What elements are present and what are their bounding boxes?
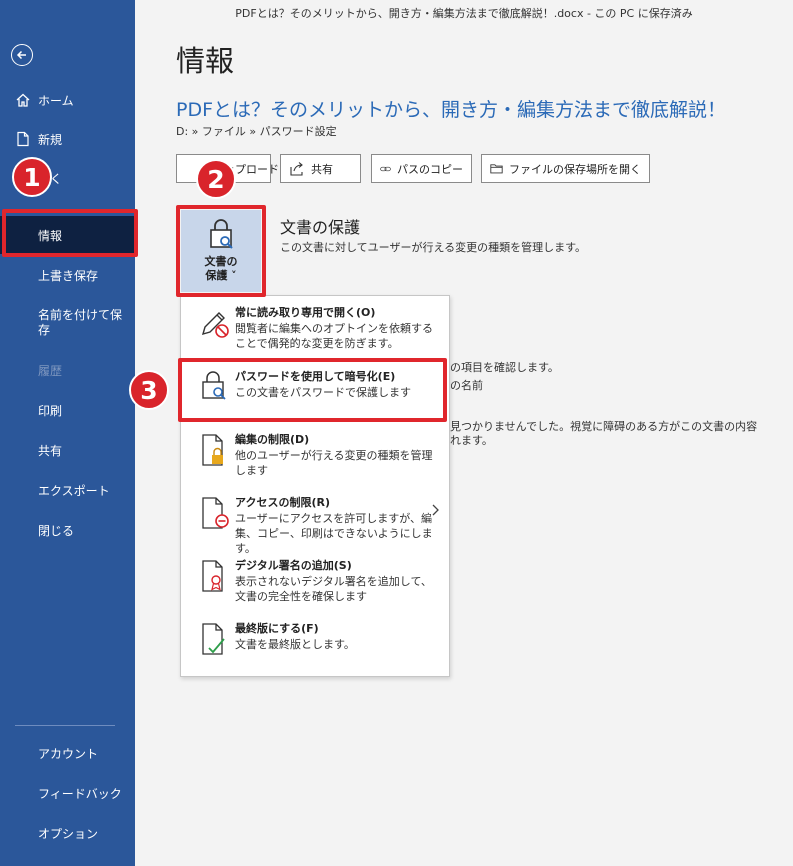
menu-item-title: 最終版にする(F) (235, 622, 319, 635)
protect-section-desc: この文書に対してユーザーが行える変更の種類を管理します。 (280, 241, 587, 254)
menu-item-title: アクセスの制限(R) (235, 496, 330, 509)
sidebar-item-label: 印刷 (38, 403, 63, 418)
back-button[interactable] (11, 44, 33, 66)
sidebar-item-label: 履歴 (38, 363, 63, 378)
sidebar-item-label: 共有 (38, 443, 63, 458)
sidebar-item-options[interactable]: オプション (0, 814, 135, 852)
sidebar-item-home[interactable]: ホーム (0, 81, 135, 119)
menu-item-desc: 表示されないデジタル署名を追加して、文書の完全性を確保します (235, 575, 432, 603)
annotation-step-3: 3 (129, 370, 169, 410)
sidebar-item-save-as[interactable]: 名前を付けて保存 (0, 302, 135, 348)
menu-item-title: デジタル署名の追加(S) (235, 559, 352, 572)
sidebar-item-label: エクスポート (38, 483, 110, 498)
sidebar-item-label: アカウント (38, 746, 99, 761)
menu-item-restrict-access[interactable]: アクセスの制限(R) ユーザーにアクセスを許可しますが、編集、コピー、印刷はでき… (181, 494, 449, 555)
copy-path-label: パスのコピー (397, 162, 463, 176)
pencil-prohibited-icon (201, 312, 229, 338)
sidebar-item-label: フィードバック (38, 786, 122, 801)
annotation-highlight-protect (176, 205, 266, 297)
menu-item-title: 編集の制限(D) (235, 433, 310, 446)
protect-section-title: 文書の保護 (280, 218, 361, 237)
sidebar-item-account[interactable]: アカウント (0, 734, 135, 772)
sidebar-item-history: 履歴 (0, 351, 135, 389)
sidebar-item-print[interactable]: 印刷 (0, 391, 135, 429)
sidebar-item-share[interactable]: 共有 (0, 431, 135, 469)
folder-icon (490, 164, 503, 174)
chevron-right-icon (432, 504, 439, 516)
menu-item-desc: 文書を最終版とします。 (235, 638, 355, 651)
menu-item-always-read-only[interactable]: 常に読み取り専用で開く(O) 閲覧者に編集へのオプトインを依頼することで偶発的な… (181, 304, 449, 359)
annotation-highlight-info (2, 209, 138, 257)
sidebar-item-label: 閉じる (38, 523, 75, 538)
share-label: 共有 (311, 162, 333, 176)
document-check-icon (202, 623, 225, 655)
share-button[interactable]: 共有 (280, 154, 361, 183)
open-location-label: ファイルの保存場所を開く (509, 162, 641, 176)
menu-item-add-digital-signature[interactable]: デジタル署名の追加(S) 表示されないデジタル署名を追加して、文書の完全性を確保… (181, 557, 449, 612)
document-lock-icon (202, 434, 223, 466)
annotation-step-1: 1 (12, 157, 52, 197)
sidebar-item-label: オプション (38, 826, 99, 841)
menu-item-desc: 他のユーザーが行える変更の種類を管理します (235, 449, 433, 477)
accessibility-text-2: れます。 (450, 434, 493, 447)
window-title: PDFとは？そのメリットから、開き方・編集方法まで徹底解説！.docx - この… (235, 7, 693, 20)
annotation-step-2: 2 (196, 159, 236, 199)
open-file-location-button[interactable]: ファイルの保存場所を開く (481, 154, 650, 183)
accessibility-text-1: 見つかりませんでした。視覚に障碍のある方がこの文書の内容 (450, 420, 758, 433)
document-signature-icon (202, 560, 223, 592)
menu-item-desc: ユーザーにアクセスを許可しますが、編集、コピー、印刷はできないようにします。 (235, 512, 433, 555)
sidebar-item-feedback[interactable]: フィードバック (0, 774, 135, 812)
sidebar-item-label: 上書き保存 (38, 268, 99, 283)
link-icon (380, 166, 391, 171)
sidebar-item-close[interactable]: 閉じる (0, 511, 135, 549)
new-document-icon (17, 131, 29, 147)
sidebar-item-label: 新規 (38, 132, 63, 147)
sidebar-item-label: ホーム (38, 93, 74, 108)
menu-item-desc: 閲覧者に編集へのオプトインを依頼することで偶発的な変更を防ぎます。 (235, 322, 433, 350)
menu-item-mark-as-final[interactable]: 最終版にする(F) 文書を最終版とします。 (181, 620, 449, 665)
sidebar-item-save[interactable]: 上書き保存 (0, 256, 135, 294)
copy-path-button[interactable]: パスのコピー (371, 154, 472, 183)
back-arrow-icon (16, 50, 26, 60)
sidebar-item-export[interactable]: エクスポート (0, 471, 135, 509)
menu-item-restrict-editing[interactable]: 編集の制限(D) 他のユーザーが行える変更の種類を管理します (181, 431, 449, 486)
annotation-highlight-encrypt (178, 358, 447, 422)
share-icon (290, 161, 303, 176)
document-title: PDFとは？そのメリットから、開き方・編集方法まで徹底解説！ (176, 99, 727, 121)
backstage-sidebar: ホーム 新規 開く 情報 上書き保存 名前を付けて保存 履歴 印刷 共有 エクス… (0, 0, 135, 866)
page-title: 情報 (176, 44, 235, 78)
document-restricted-icon (202, 497, 229, 529)
menu-item-title: 常に読み取り専用で開く(O) (235, 306, 376, 319)
inspect-text-1: の項目を確認します。 (450, 361, 559, 374)
sidebar-item-label: 名前を付けて保存 (38, 308, 123, 337)
breadcrumb: D: » ファイル » パスワード設定 (176, 125, 337, 138)
sidebar-item-new[interactable]: 新規 (0, 120, 135, 158)
inspect-text-2: の名前 (450, 379, 483, 392)
home-icon (16, 93, 30, 107)
sidebar-divider (15, 725, 115, 726)
protect-document-menu: 常に読み取り専用で開く(O) 閲覧者に編集へのオプトインを依頼することで偶発的な… (180, 295, 450, 677)
